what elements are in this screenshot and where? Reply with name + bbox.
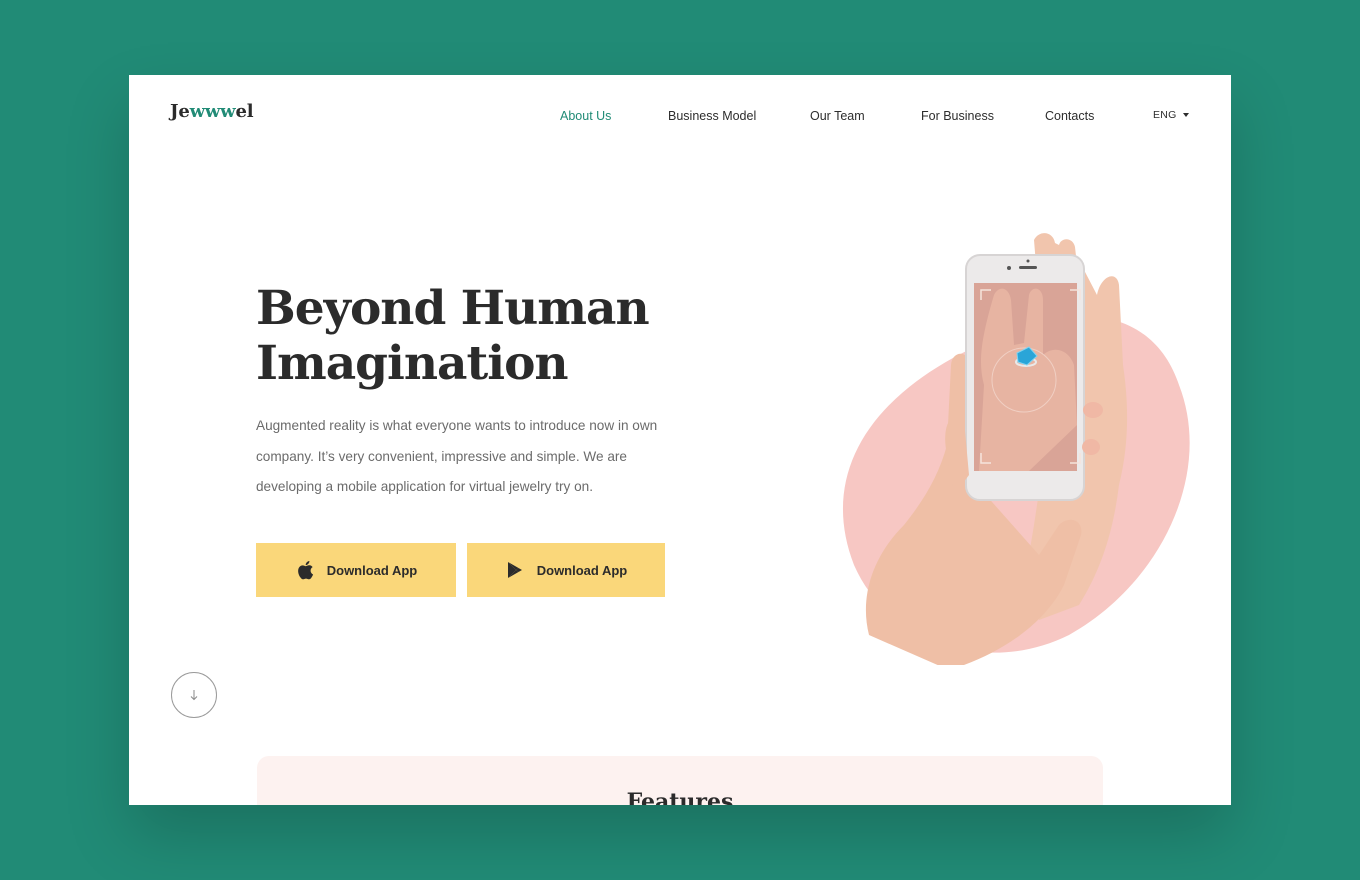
hands-phone-ring-ar-image xyxy=(842,233,1190,665)
hero-title-line1: Beyond Human xyxy=(256,281,650,336)
apple-icon xyxy=(295,560,315,580)
features-section: Features xyxy=(257,756,1103,805)
scroll-down-button[interactable] xyxy=(171,672,217,718)
nav-about-us[interactable]: About Us xyxy=(560,109,611,123)
features-title: Features xyxy=(626,789,734,805)
google-play-icon xyxy=(505,560,525,580)
hero-title-line2: Imagination xyxy=(256,336,569,391)
arrow-down-icon xyxy=(190,690,198,701)
landing-page: Jewwwel About Us Business Model Our Team… xyxy=(129,75,1231,805)
language-label: ENG xyxy=(1153,109,1177,121)
download-google-play-button[interactable]: Download App xyxy=(467,543,665,597)
download-app-store-button[interactable]: Download App xyxy=(256,543,456,597)
download-app-store-label: Download App xyxy=(326,562,418,578)
caret-down-icon xyxy=(1182,113,1189,117)
nav-our-team[interactable]: Our Team xyxy=(810,109,865,123)
hero-description: Augmented reality is what everyone wants… xyxy=(256,418,658,494)
nav-contacts[interactable]: Contacts xyxy=(1045,109,1094,123)
nav-business-model[interactable]: Business Model xyxy=(668,109,756,123)
download-google-play-label: Download App xyxy=(536,562,628,578)
nav-for-business[interactable]: For Business xyxy=(921,109,994,123)
language-selector[interactable]: ENG xyxy=(1153,109,1189,121)
main-nav: About Us Business Model Our Team For Bus… xyxy=(129,109,1231,129)
hero-title: Beyond Human Imagination xyxy=(256,281,736,391)
